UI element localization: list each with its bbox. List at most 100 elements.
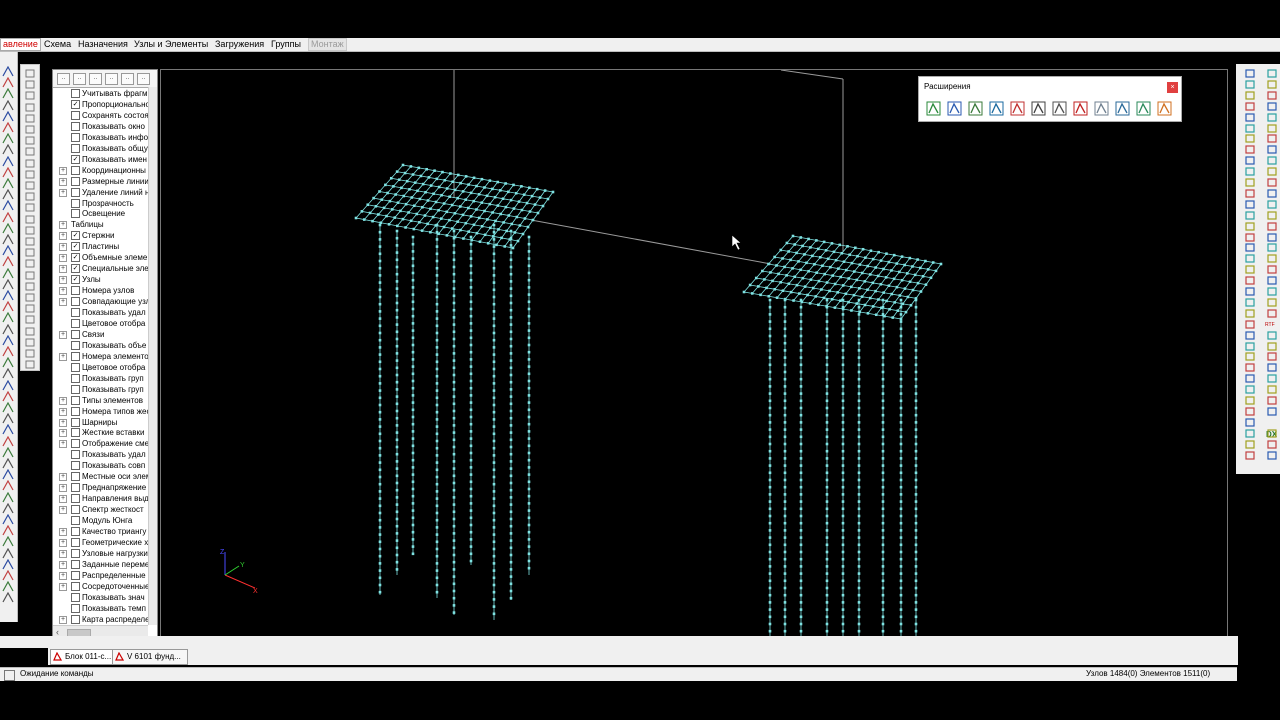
tool-icon[interactable]: [1244, 253, 1256, 264]
tool-icon[interactable]: [1244, 79, 1256, 90]
tree-item[interactable]: + Номера элементо: [53, 351, 149, 362]
tool-icon[interactable]: [2, 368, 14, 379]
tree-item[interactable]: + Шарниры: [53, 417, 149, 428]
tool-icon[interactable]: [2, 536, 14, 547]
tree-checkbox[interactable]: [71, 439, 80, 449]
tree-checkbox[interactable]: ✓: [71, 99, 80, 109]
tool-icon[interactable]: [1244, 351, 1256, 362]
tree-item[interactable]: + Узловые нагрузки: [53, 548, 149, 559]
pick2-icon[interactable]: [1136, 101, 1151, 116]
tool-icon[interactable]: [1266, 221, 1278, 232]
expand-icon[interactable]: +: [59, 177, 67, 186]
tool-icon[interactable]: [2, 323, 14, 335]
menu-item[interactable]: Схема: [42, 39, 73, 50]
tool-icon[interactable]: [1244, 90, 1256, 101]
tool-icon[interactable]: [1244, 264, 1256, 275]
tool-icon[interactable]: [1266, 275, 1278, 286]
tool-icon[interactable]: [24, 169, 36, 180]
sum-icon[interactable]: [926, 101, 941, 116]
tree-checkbox[interactable]: [71, 209, 80, 219]
tool-icon[interactable]: [1266, 297, 1278, 308]
tool-icon[interactable]: [2, 65, 14, 77]
expand-icon[interactable]: +: [59, 484, 67, 493]
tool-icon[interactable]: [1244, 210, 1256, 221]
tool-icon[interactable]: [2, 569, 14, 581]
tool-icon[interactable]: [1244, 406, 1256, 417]
tool-icon[interactable]: [24, 79, 36, 90]
tool-icon[interactable]: [2, 88, 14, 99]
tool-icon[interactable]: [24, 270, 36, 281]
tool-icon[interactable]: [2, 379, 14, 391]
curve-icon[interactable]: [1094, 101, 1109, 116]
tree-checkbox[interactable]: ✓: [71, 231, 80, 241]
tree-item[interactable]: + Отображение сме: [53, 438, 149, 449]
tool-icon[interactable]: [1244, 362, 1256, 373]
model-viewport[interactable]: ZYX: [160, 69, 1228, 640]
tool-icon[interactable]: [1244, 439, 1256, 450]
tree-item[interactable]: Цветовое отобра: [53, 362, 149, 373]
tool-icon[interactable]: [24, 281, 36, 292]
tool-icon[interactable]: [2, 480, 14, 491]
expand-icon[interactable]: +: [59, 571, 67, 580]
tool-icon[interactable]: [1266, 362, 1278, 373]
menu-item[interactable]: Загружения: [213, 39, 266, 50]
tool-icon[interactable]: [2, 76, 14, 88]
expand-icon[interactable]: +: [59, 232, 67, 241]
tool-icon[interactable]: [1266, 395, 1278, 406]
tree-checkbox[interactable]: [71, 121, 80, 131]
tool-icon[interactable]: [1244, 101, 1256, 112]
tool-icon[interactable]: [1266, 351, 1278, 362]
tool-icon[interactable]: [2, 256, 14, 267]
tool-icon[interactable]: [24, 146, 36, 157]
tree-checkbox[interactable]: [71, 472, 80, 482]
tree-checkbox[interactable]: [71, 505, 80, 515]
tool-icon[interactable]: [1244, 68, 1256, 79]
tree-checkbox[interactable]: [71, 318, 80, 328]
expand-icon[interactable]: +: [59, 615, 67, 624]
tool-icon[interactable]: [1244, 144, 1256, 155]
expand-icon[interactable]: +: [59, 582, 67, 591]
tree-checkbox[interactable]: ✓: [71, 264, 80, 274]
tool-icon[interactable]: [1244, 123, 1256, 134]
tool-icon[interactable]: [24, 359, 36, 370]
expand-icon[interactable]: +: [59, 188, 67, 197]
tool-icon[interactable]: [1244, 112, 1256, 123]
tree-item[interactable]: + Спектр жесткост: [53, 504, 149, 515]
tool-icon[interactable]: [2, 401, 14, 413]
tool-icon[interactable]: [1266, 286, 1278, 297]
tree-item[interactable]: Модуль Юнга: [53, 515, 149, 526]
tool-icon[interactable]: [1266, 450, 1278, 461]
tool-icon[interactable]: [1266, 133, 1278, 144]
tool-icon[interactable]: [2, 233, 14, 245]
tool-icon[interactable]: [2, 457, 14, 469]
tool-icon[interactable]: [24, 214, 36, 225]
tree-checkbox[interactable]: [71, 132, 80, 142]
mesh-icon[interactable]: [968, 101, 983, 116]
tree-item[interactable]: + Карта распределе: [53, 614, 149, 625]
tree-checkbox[interactable]: [71, 187, 80, 197]
expand-icon[interactable]: +: [59, 560, 67, 569]
tree-item[interactable]: Показывать груп: [53, 373, 149, 384]
tool-icon[interactable]: [2, 592, 14, 603]
tool-icon[interactable]: [2, 312, 14, 323]
tree-item[interactable]: + Геометрические х: [53, 537, 149, 548]
tool-icon[interactable]: [1266, 264, 1278, 275]
tool-icon[interactable]: [2, 121, 14, 133]
tool-icon[interactable]: [1266, 439, 1278, 450]
tool-icon[interactable]: [1266, 210, 1278, 221]
tree-item[interactable]: Показывать удал: [53, 449, 149, 460]
rtf-export-button[interactable]: RTF: [1265, 322, 1275, 328]
tool-icon[interactable]: [2, 334, 14, 346]
palette-icon[interactable]: [1157, 101, 1172, 116]
menu-item[interactable]: Группы: [269, 39, 303, 50]
tree-item[interactable]: + Сосредоточенные: [53, 581, 149, 592]
tree-checkbox[interactable]: [71, 373, 80, 383]
tool-icon[interactable]: [24, 348, 36, 359]
tool-icon[interactable]: [24, 326, 36, 337]
tree-item[interactable]: Учитывать фрагм: [53, 88, 149, 99]
tree-tool-button[interactable]: ..: [73, 73, 86, 85]
tree-tool-button[interactable]: ..: [89, 73, 102, 85]
tool-icon[interactable]: [2, 412, 14, 424]
tool-icon[interactable]: [1244, 177, 1256, 188]
tree-checkbox[interactable]: ✓: [71, 242, 80, 252]
